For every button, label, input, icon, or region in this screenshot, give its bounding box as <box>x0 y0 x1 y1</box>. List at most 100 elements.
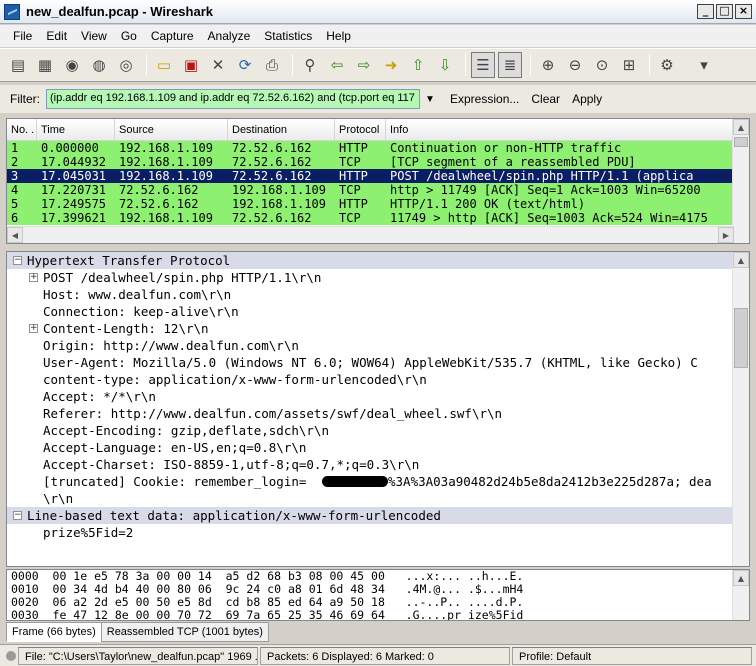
scroll-up-icon[interactable]: ▲ <box>733 570 749 586</box>
packet-row[interactable]: 6 17.399621 192.168.1.109 72.52.6.162 TCP 117… <box>7 211 749 225</box>
open-file-icon[interactable]: ▭ <box>152 52 176 78</box>
details-vscrollbar[interactable]: ▲ <box>732 252 749 566</box>
capture-options-icon[interactable]: ▦ <box>33 52 57 78</box>
column-protocol[interactable]: Protocol <box>335 119 386 140</box>
packet-row[interactable]: 5 17.249575 72.52.6.162 192.168.1.109 HTTP HT… <box>7 197 749 211</box>
menu-help[interactable]: Help <box>319 25 358 47</box>
detail-text: Host: www.dealfun.com\r\n <box>43 287 232 302</box>
detail-field[interactable]: Origin: http://www.dealfun.com\r\n <box>7 337 749 354</box>
column-destination[interactable]: Destination <box>228 119 335 140</box>
column-no[interactable]: No. . <box>7 119 37 140</box>
column-time[interactable]: Time <box>37 119 115 140</box>
interface-list-icon[interactable]: ▤ <box>6 52 30 78</box>
detail-field[interactable]: Host: www.dealfun.com\r\n <box>7 286 749 303</box>
scroll-up-icon[interactable]: ▲ <box>733 252 749 268</box>
packet-list-hscrollbar[interactable]: ◀ ▶ <box>7 226 734 243</box>
toolbar-separator <box>649 54 650 76</box>
status-profile[interactable]: Profile: Default <box>512 646 752 665</box>
detail-field[interactable]: Accept-Language: en-US,en;q=0.8\r\n <box>7 439 749 456</box>
minimize-button[interactable]: _ <box>697 4 714 19</box>
detail-field[interactable]: + Content-Length: 12\r\n <box>7 320 749 337</box>
close-button[interactable]: × <box>735 4 752 19</box>
packet-row[interactable]: 4 17.220731 72.52.6.162 192.168.1.109 TCP htt… <box>7 183 749 197</box>
go-to-packet-icon[interactable]: ➜ <box>379 52 403 78</box>
detail-text: User-Agent: Mozilla/5.0 (Windows NT 6.0;… <box>43 355 698 370</box>
resize-columns-icon[interactable]: ⊞ <box>617 52 641 78</box>
close-file-icon[interactable]: ✕ <box>206 52 230 78</box>
menu-edit[interactable]: Edit <box>39 25 74 47</box>
packet-list-vscrollbar[interactable]: ▲ <box>732 119 749 243</box>
reload-icon[interactable]: ⟳ <box>233 52 257 78</box>
column-info[interactable]: Info <box>386 119 736 140</box>
go-back-icon[interactable]: ⇦ <box>325 52 349 78</box>
menu-file[interactable]: File <box>6 25 39 47</box>
scroll-thumb[interactable] <box>734 308 748 368</box>
go-forward-icon[interactable]: ⇨ <box>352 52 376 78</box>
detail-field[interactable]: content-type: application/x-www-form-url… <box>7 371 749 388</box>
zoom-out-icon[interactable]: ⊖ <box>563 52 587 78</box>
toolbar-separator <box>146 54 147 76</box>
tab-frame[interactable]: Frame (66 bytes) <box>6 622 102 642</box>
expand-icon[interactable]: + <box>29 273 38 282</box>
detail-section[interactable]: − Line-based text data: application/x-www… <box>7 507 749 524</box>
more-icon[interactable]: ▾ <box>692 52 716 78</box>
packet-row[interactable]: 1 0.000000 192.168.1.109 72.52.6.162 HTTP Con… <box>7 141 749 155</box>
save-file-icon[interactable]: ▣ <box>179 52 203 78</box>
toolbar-separator <box>530 54 531 76</box>
detail-field[interactable]: prize%5Fid=2 <box>7 524 749 541</box>
detail-section[interactable]: − Hypertext Transfer Protocol <box>7 252 749 269</box>
detail-field[interactable]: Connection: keep-alive\r\n <box>7 303 749 320</box>
scroll-right-icon[interactable]: ▶ <box>718 227 734 243</box>
menu-go[interactable]: Go <box>114 25 144 47</box>
detail-field[interactable]: User-Agent: Mozilla/5.0 (Windows NT 6.0;… <box>7 354 749 371</box>
packet-cell-info: http > 11749 [ACK] Seq=1 Ack=1003 Win=65… <box>390 183 701 197</box>
scroll-left-icon[interactable]: ◀ <box>7 227 23 243</box>
collapse-icon[interactable]: − <box>13 256 22 265</box>
hex-vscrollbar[interactable]: ▲ <box>732 570 749 620</box>
menu-view[interactable]: View <box>74 25 114 47</box>
zoom-in-icon[interactable]: ⊕ <box>536 52 560 78</box>
detail-field[interactable]: Accept-Encoding: gzip,deflate,sdch\r\n <box>7 422 749 439</box>
packet-cell-src: 72.52.6.162 <box>119 183 199 197</box>
redaction-scribble <box>322 476 388 487</box>
normal-size-icon[interactable]: ⊙ <box>590 52 614 78</box>
restart-capture-icon[interactable]: ◎ <box>114 52 138 78</box>
menu-statistics[interactable]: Statistics <box>257 25 319 47</box>
detail-text: Hypertext Transfer Protocol <box>27 253 231 268</box>
filter-input[interactable]: (ip.addr eq 192.168.1.109 and ip.addr eq… <box>46 89 420 109</box>
go-first-icon[interactable]: ⇧ <box>406 52 430 78</box>
autoscroll-icon[interactable]: ≣ <box>498 52 522 78</box>
packet-cell-dst: 192.168.1.109 <box>232 197 326 211</box>
go-last-icon[interactable]: ⇩ <box>433 52 457 78</box>
maximize-button[interactable]: □ <box>716 4 733 19</box>
column-source[interactable]: Source <box>115 119 228 140</box>
scroll-thumb[interactable] <box>734 137 748 147</box>
tab-reassembled-tcp[interactable]: Reassembled TCP (1001 bytes) <box>100 622 269 642</box>
hex-row[interactable]: 0030 fe 47 12 8e 00 00 70 72 69 7a 65 25… <box>7 609 749 621</box>
detail-field[interactable]: Accept: */*\r\n <box>7 388 749 405</box>
expression-button[interactable]: Expression... <box>450 92 519 106</box>
detail-field[interactable]: + POST /dealwheel/spin.php HTTP/1.1\r\n <box>7 269 749 286</box>
detail-field[interactable]: Referer: http://www.dealfun.com/assets/s… <box>7 405 749 422</box>
expert-info-icon[interactable] <box>6 650 16 661</box>
start-capture-icon[interactable]: ◉ <box>60 52 84 78</box>
filter-dropdown-icon[interactable]: ▼ <box>422 94 438 105</box>
menu-capture[interactable]: Capture <box>144 25 201 47</box>
print-icon[interactable]: ⎙ <box>260 52 284 78</box>
detail-field[interactable]: [truncated] Cookie: remember_login= %3A%3… <box>7 473 749 490</box>
capture-filters-icon[interactable]: ⚙ <box>655 52 679 78</box>
find-icon[interactable]: ⚲ <box>298 52 322 78</box>
colorize-icon[interactable]: ☰ <box>471 52 495 78</box>
clear-button[interactable]: Clear <box>531 92 560 106</box>
toolbar-separator <box>465 54 466 76</box>
expand-icon[interactable]: + <box>29 324 38 333</box>
apply-button[interactable]: Apply <box>572 92 602 106</box>
detail-field[interactable]: \r\n <box>7 490 749 507</box>
collapse-icon[interactable]: − <box>13 511 22 520</box>
packet-row[interactable]: 3 17.045031 192.168.1.109 72.52.6.162 HTTP PO… <box>7 169 749 183</box>
packet-row[interactable]: 2 17.044932 192.168.1.109 72.52.6.162 TCP [TC… <box>7 155 749 169</box>
menu-analyze[interactable]: Analyze <box>201 25 258 47</box>
scroll-up-icon[interactable]: ▲ <box>733 119 749 135</box>
detail-field[interactable]: Accept-Charset: ISO-8859-1,utf-8;q=0.7,*… <box>7 456 749 473</box>
stop-capture-icon[interactable]: ◍ <box>87 52 111 78</box>
